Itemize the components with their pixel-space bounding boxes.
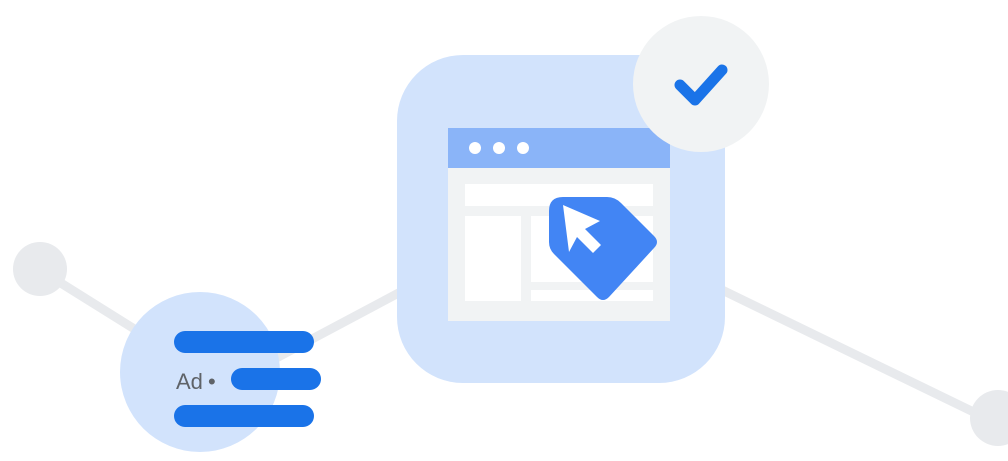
ad-label: Ad	[176, 369, 203, 394]
ad-line-top	[174, 331, 314, 353]
ad-bubble: Ad •	[120, 292, 321, 452]
ad-separator: •	[208, 369, 216, 394]
ad-line-bottom	[174, 405, 314, 427]
illustration-svg: Ad •	[13, 16, 1008, 452]
browser-sidebar-block	[465, 216, 521, 301]
browser-dot-2	[493, 142, 505, 154]
browser-toolbar	[448, 128, 670, 168]
node-right	[970, 390, 1008, 446]
illustration-canvas: Ad •	[0, 0, 1008, 461]
ad-line-middle	[231, 368, 321, 390]
node-left	[13, 242, 67, 296]
verified-badge	[633, 16, 769, 152]
verified-badge-circle	[633, 16, 769, 152]
browser-dot-1	[469, 142, 481, 154]
browser-dot-3	[517, 142, 529, 154]
